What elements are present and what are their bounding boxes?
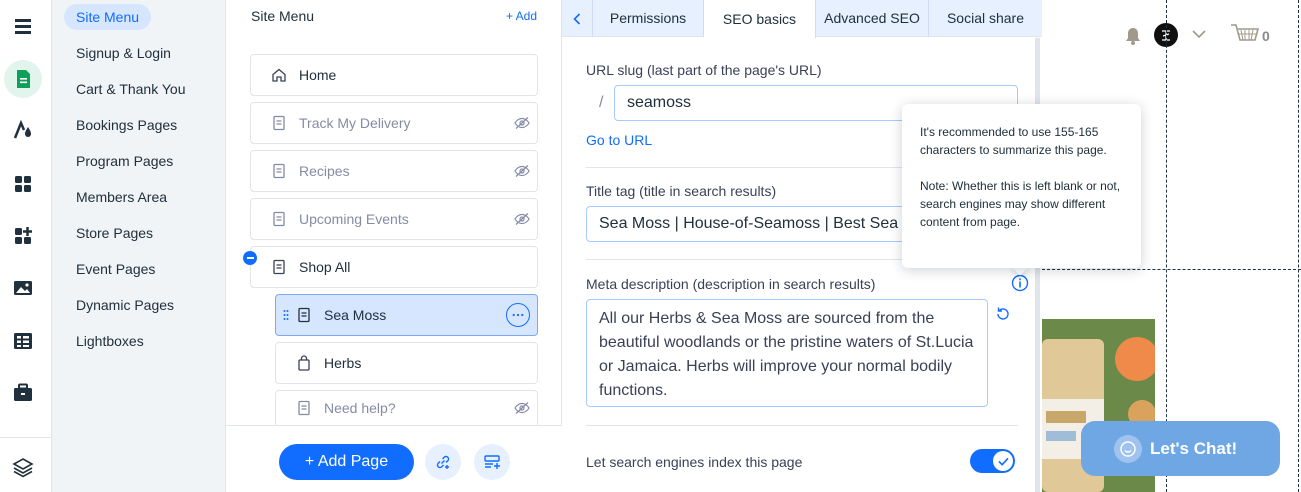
index-page-toggle[interactable]: [970, 449, 1015, 473]
page-item-label: Need help?: [324, 400, 396, 416]
category-lightboxes[interactable]: Lightboxes: [64, 328, 156, 354]
pages-footer: + Add Page: [226, 425, 562, 492]
page-icon: [271, 163, 287, 179]
menu-icon[interactable]: [4, 8, 42, 46]
chat-button[interactable]: Let's Chat!: [1081, 421, 1280, 476]
page-item-label: Home: [299, 67, 337, 83]
page-item-track-my-delivery[interactable]: Track My Delivery: [250, 102, 538, 144]
home-icon: [271, 67, 287, 83]
tab-permissions[interactable]: Permissions: [593, 0, 704, 37]
page-icon: [296, 307, 312, 323]
category-site-menu[interactable]: Site Menu: [64, 4, 152, 30]
page-item-need-help[interactable]: Need help?: [275, 390, 538, 425]
page-item-label: Shop All: [299, 259, 351, 275]
chevron-down-icon[interactable]: [1192, 30, 1206, 39]
collapse-subpages-button[interactable]: [243, 251, 257, 265]
chevron-left-icon: [573, 12, 581, 25]
layout-guide: [1298, 0, 1299, 492]
add-menu-item-icon: [484, 455, 500, 469]
divider: [586, 425, 1018, 426]
checkmark-icon: [997, 457, 1009, 466]
page-item-sea-moss[interactable]: Sea Moss: [275, 294, 538, 336]
page-icon: [296, 400, 312, 416]
page-item-recipes[interactable]: Recipes: [250, 150, 538, 192]
add-link-button[interactable]: [425, 444, 461, 480]
page-icon: [271, 115, 287, 131]
media-icon[interactable]: [4, 269, 42, 307]
add-apps-icon[interactable]: [4, 217, 42, 255]
link-icon: [436, 455, 450, 469]
url-prefix: /: [599, 94, 604, 111]
category-cart-thank-you[interactable]: Cart & Thank You: [64, 76, 197, 102]
tab-seo-basics[interactable]: SEO basics: [704, 0, 816, 38]
meta-description-tooltip: It's recommended to use 155-165 characte…: [902, 104, 1141, 268]
add-page-link[interactable]: + Add: [506, 9, 537, 23]
hidden-eye-icon: [514, 117, 530, 129]
design-icon[interactable]: [4, 111, 42, 149]
pages-icon[interactable]: [4, 60, 42, 98]
add-page-button[interactable]: + Add Page: [279, 444, 414, 480]
go-to-url-link[interactable]: Go to URL: [586, 132, 652, 148]
bag-icon: [296, 355, 312, 371]
chat-bubble-icon: [1114, 434, 1142, 463]
tooltip-note: Note: Whether this is left blank or not,…: [920, 179, 1121, 229]
hidden-eye-icon: [514, 213, 530, 225]
page-item-upcoming-events[interactable]: Upcoming Events: [250, 198, 538, 240]
tab-social-share[interactable]: Social share: [929, 0, 1042, 37]
hidden-eye-icon: [514, 165, 530, 177]
tab-advanced-seo[interactable]: Advanced SEO: [816, 0, 929, 37]
title-tag-label: Title tag (title in search results): [586, 183, 777, 199]
hidden-eye-icon: [514, 402, 530, 414]
reset-icon[interactable]: [994, 305, 1012, 323]
category-members-area[interactable]: Members Area: [64, 184, 179, 210]
cart-icon[interactable]: [1230, 22, 1260, 46]
wix-editor: Site Menu Signup & Login Cart & Thank Yo…: [0, 0, 1301, 492]
page-item-home[interactable]: Home: [250, 54, 538, 96]
drag-handle-icon[interactable]: [283, 309, 289, 321]
index-page-label: Let search engines index this page: [586, 454, 803, 470]
layers-icon[interactable]: [4, 448, 42, 486]
page-item-herbs[interactable]: Herbs: [275, 342, 538, 384]
pages-categories: Site Menu Signup & Login Cart & Thank Yo…: [52, 0, 226, 492]
layout-guide: [1042, 269, 1301, 270]
business-icon[interactable]: [4, 374, 42, 412]
page-item-shop-all[interactable]: Shop All: [250, 246, 538, 288]
category-bookings-pages[interactable]: Bookings Pages: [64, 112, 189, 138]
toggle-knob: [993, 451, 1013, 471]
category-program-pages[interactable]: Program Pages: [64, 148, 185, 174]
pages-panel-title: Site Menu: [251, 8, 315, 24]
meta-description-input[interactable]: All our Herbs & Sea Moss are sourced fro…: [586, 299, 988, 407]
page-item-label: Sea Moss: [324, 307, 387, 323]
page-icon: [271, 259, 287, 275]
cms-icon[interactable]: [4, 322, 42, 360]
left-rail: [0, 0, 52, 492]
settings-tabs: Permissions SEO basics Advanced SEO Soci…: [562, 0, 1042, 38]
category-event-pages[interactable]: Event Pages: [64, 256, 167, 282]
info-icon[interactable]: [1011, 274, 1029, 292]
layout-guide: [1166, 0, 1167, 492]
more-actions-button[interactable]: [506, 303, 530, 327]
tabs-scroll-back-button[interactable]: [562, 0, 593, 37]
more-dots-icon: [512, 313, 524, 317]
page-item-label: Upcoming Events: [299, 211, 409, 227]
url-slug-label: URL slug (last part of the page's URL): [586, 62, 822, 78]
add-folder-button[interactable]: [474, 444, 510, 480]
page-icon: [271, 211, 287, 227]
category-dynamic-pages[interactable]: Dynamic Pages: [64, 292, 186, 318]
pages-panel: Site Menu + Add Home Track My Delivery R…: [226, 0, 562, 492]
page-item-label: Track My Delivery: [299, 115, 411, 131]
tooltip-text: It's recommended to use 155-165 characte…: [920, 125, 1107, 157]
cart-count: 0: [1262, 28, 1270, 44]
chat-button-label: Let's Chat!: [1150, 438, 1238, 458]
apps-icon[interactable]: [4, 165, 42, 203]
category-signup-login[interactable]: Signup & Login: [64, 40, 183, 66]
bell-icon[interactable]: [1124, 26, 1142, 46]
category-store-pages[interactable]: Store Pages: [64, 220, 165, 246]
page-item-label: Herbs: [324, 355, 362, 371]
meta-description-label: Meta description (description in search …: [586, 276, 876, 292]
page-item-label: Recipes: [299, 163, 350, 179]
rail-divider: [0, 437, 52, 438]
